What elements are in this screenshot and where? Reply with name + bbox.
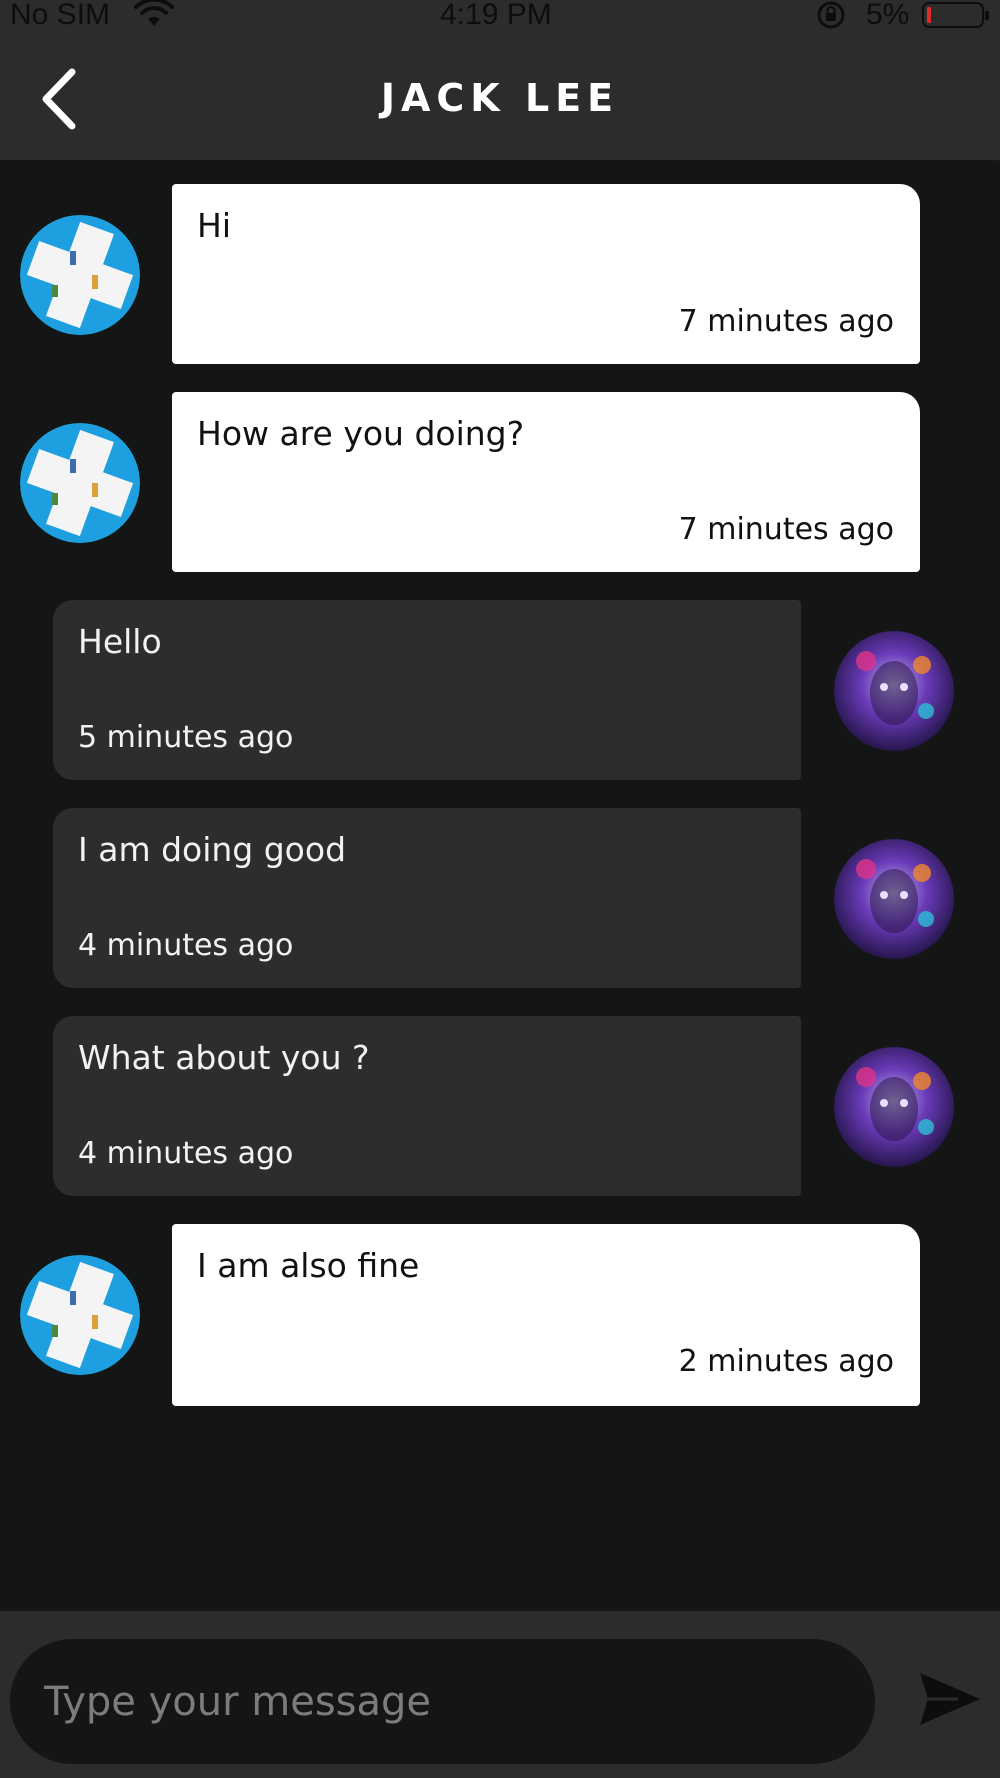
send-button[interactable] bbox=[918, 1671, 982, 1727]
contact-avatar bbox=[20, 423, 140, 543]
user-avatar bbox=[834, 631, 954, 751]
message-bubble: What about you ? 4 minutes ago bbox=[53, 1016, 801, 1196]
user-avatar bbox=[834, 1047, 954, 1167]
message-timestamp: 5 minutes ago bbox=[78, 720, 294, 755]
send-icon bbox=[920, 1673, 980, 1725]
message-text: I am also fine bbox=[197, 1246, 420, 1285]
carrier-label: No SIM bbox=[10, 0, 111, 31]
status-bar: No SIM 4:19 PM 5% bbox=[0, 0, 1000, 34]
user-avatar bbox=[834, 839, 954, 959]
page-title: JACK LEE bbox=[380, 76, 620, 120]
message-bubble: I am also fine 2 minutes ago bbox=[172, 1224, 920, 1406]
message-timestamp: 4 minutes ago bbox=[78, 1136, 294, 1171]
message-text: I am doing good bbox=[78, 830, 347, 869]
message-bubble: Hello 5 minutes ago bbox=[53, 600, 801, 780]
message-text: Hello bbox=[78, 622, 162, 661]
message-bubble: I am doing good 4 minutes ago bbox=[53, 808, 801, 988]
message-text: How are you doing? bbox=[197, 414, 525, 453]
message-composer bbox=[0, 1611, 1000, 1778]
clock: 4:19 PM bbox=[440, 0, 552, 31]
battery-percent: 5% bbox=[866, 0, 910, 31]
message-bubble: How are you doing? 7 minutes ago bbox=[172, 392, 920, 572]
chat-header: JACK LEE bbox=[0, 34, 1000, 160]
orientation-lock-icon bbox=[815, 0, 847, 38]
battery-icon bbox=[922, 2, 989, 28]
contact-avatar bbox=[20, 1255, 140, 1375]
message-timestamp: 4 minutes ago bbox=[78, 928, 294, 963]
message-timestamp: 7 minutes ago bbox=[678, 512, 894, 547]
message-input[interactable] bbox=[10, 1639, 875, 1764]
message-bubble: Hi 7 minutes ago bbox=[172, 184, 920, 364]
message-timestamp: 2 minutes ago bbox=[678, 1344, 894, 1379]
message-timestamp: 7 minutes ago bbox=[678, 304, 894, 339]
contact-avatar bbox=[20, 215, 140, 335]
message-text: What about you ? bbox=[78, 1038, 370, 1077]
message-text: Hi bbox=[197, 206, 231, 245]
wifi-icon bbox=[134, 0, 174, 36]
